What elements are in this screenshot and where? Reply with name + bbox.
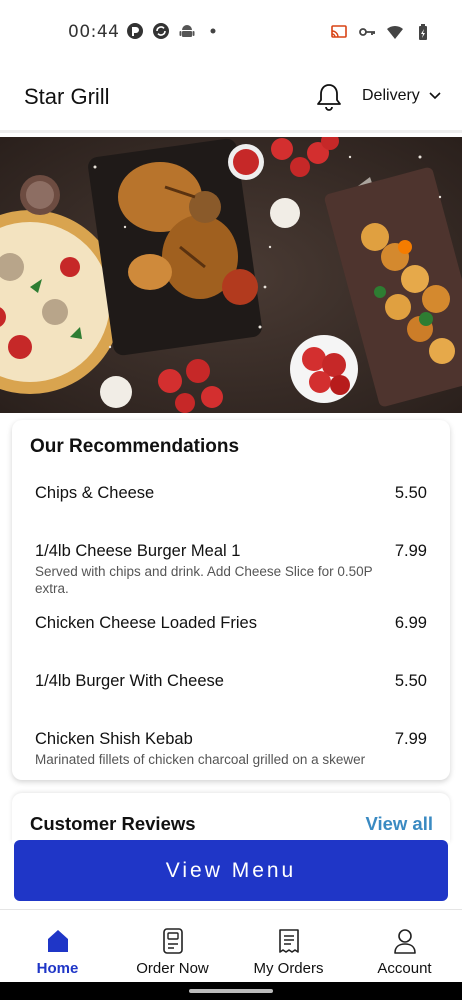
nav-item-order-now[interactable]: Order Now xyxy=(115,910,230,983)
dot-icon xyxy=(210,28,216,34)
battery-icon xyxy=(419,24,427,40)
cast-icon xyxy=(331,25,347,38)
nav-label-home: Home xyxy=(36,960,79,977)
app-header: Star Grill Delivery xyxy=(0,64,462,133)
recommendation-item[interactable]: Chicken Cheese Loaded Fries 6.99 xyxy=(35,614,427,633)
item-name: 1/4lb Cheese Burger Meal 1 xyxy=(35,542,241,560)
bell-icon[interactable] xyxy=(315,82,343,112)
pocket-icon xyxy=(127,23,143,39)
item-description: Served with chips and drink. Add Cheese … xyxy=(35,564,373,596)
grilled-food-illustration xyxy=(0,137,462,413)
hero-banner-image xyxy=(0,137,462,413)
home-icon xyxy=(47,930,68,952)
vpn-key-icon xyxy=(359,28,375,36)
bottom-navigation: Home Order Now My Orders Account xyxy=(0,909,462,983)
item-price: 5.50 xyxy=(394,672,427,690)
customer-reviews-card: Customer Reviews View all xyxy=(12,793,450,843)
reviews-title: Customer Reviews xyxy=(30,813,196,834)
nav-label-account: Account xyxy=(377,960,432,977)
delivery-label: Delivery xyxy=(362,87,420,104)
view-all-reviews-link[interactable]: View all xyxy=(365,813,433,835)
gesture-handle[interactable] xyxy=(189,989,273,993)
nav-item-my-orders[interactable]: My Orders xyxy=(231,910,346,983)
nav-item-home[interactable]: Home xyxy=(0,910,115,983)
item-name: Chicken Cheese Loaded Fries xyxy=(35,614,257,632)
chevron-down-icon xyxy=(429,92,441,100)
nav-label-my-orders: My Orders xyxy=(253,960,324,977)
nav-item-account[interactable]: Account xyxy=(347,910,462,983)
system-gesture-bar xyxy=(0,982,462,1000)
recommendation-item[interactable]: Chicken Shish Kebab 7.99 Marinated fille… xyxy=(35,730,427,768)
item-price: 7.99 xyxy=(394,542,427,560)
status-notification-icons xyxy=(126,22,222,40)
delivery-mode-selector[interactable]: Delivery xyxy=(362,87,442,105)
recommendation-item[interactable]: 1/4lb Burger With Cheese 5.50 xyxy=(35,672,427,691)
item-price: 5.50 xyxy=(394,484,427,502)
recommendation-item[interactable]: 1/4lb Cheese Burger Meal 1 7.99 Served w… xyxy=(35,542,427,597)
order-icon xyxy=(162,928,183,954)
item-price: 6.99 xyxy=(394,614,427,632)
item-description: Marinated fillets of chicken charcoal gr… xyxy=(35,752,366,767)
restaurant-title: Star Grill xyxy=(24,84,110,109)
item-price: 7.99 xyxy=(394,730,427,748)
recommendations-card: Our Recommendations Chips & Cheese 5.50 … xyxy=(12,420,450,780)
item-name: Chips & Cheese xyxy=(35,484,155,502)
status-system-icons xyxy=(330,23,432,41)
status-time: 00:44 xyxy=(68,22,120,42)
sync-icon xyxy=(153,23,169,39)
status-bar: 00:44 xyxy=(0,0,462,64)
recommendations-title: Our Recommendations xyxy=(30,436,240,457)
recommendation-item[interactable]: Chips & Cheese 5.50 xyxy=(35,484,427,503)
wifi-icon xyxy=(387,25,403,39)
item-name: Chicken Shish Kebab xyxy=(35,730,193,748)
item-name: 1/4lb Burger With Cheese xyxy=(35,672,224,690)
nav-label-order-now: Order Now xyxy=(136,960,209,977)
view-menu-button[interactable]: View Menu xyxy=(14,840,448,901)
receipt-icon xyxy=(278,929,299,953)
android-icon xyxy=(179,25,195,37)
account-icon xyxy=(393,929,416,954)
